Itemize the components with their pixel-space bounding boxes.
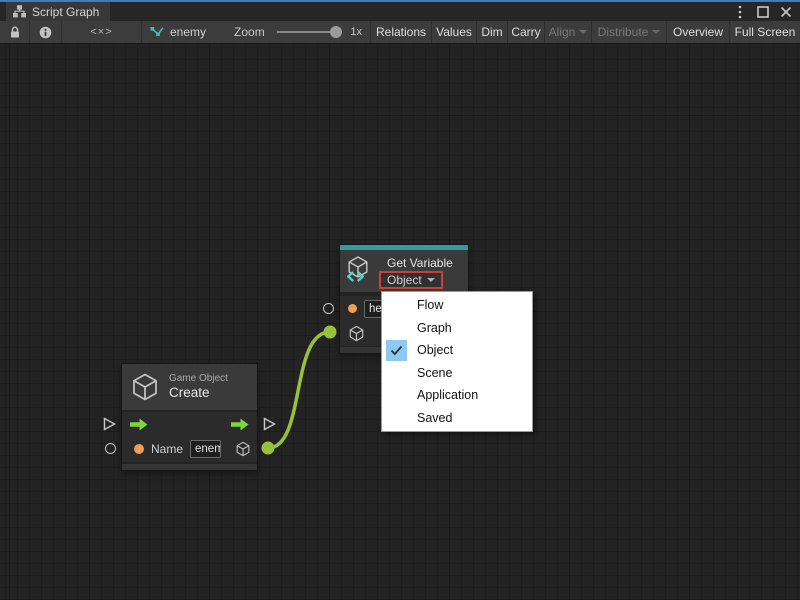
flow-input-port[interactable] — [103, 417, 116, 436]
menu-item-object[interactable]: Object — [382, 339, 532, 362]
relations-button[interactable]: Relations — [371, 21, 432, 43]
get-variable-header: Get Variable Object — [340, 250, 468, 292]
string-port-icon[interactable] — [134, 444, 144, 454]
tab-script-graph[interactable]: Script Graph — [6, 2, 110, 21]
gameobject-port-cube-icon[interactable] — [348, 325, 365, 342]
code-angles-icon — [347, 269, 364, 287]
create-header: Game Object Create — [122, 364, 257, 410]
zoom-slider[interactable] — [277, 21, 341, 43]
wire-endpoint-out — [262, 442, 275, 455]
zoom-value: 1x — [350, 26, 362, 38]
window-controls — [733, 2, 796, 21]
distribute-button: Distribute — [592, 21, 667, 43]
value-input-port-circle[interactable] — [105, 443, 116, 454]
lock-button[interactable] — [0, 21, 30, 43]
menu-item-saved[interactable]: Saved — [382, 407, 532, 430]
values-button[interactable]: Values — [432, 21, 477, 43]
fullscreen-button[interactable]: Full Screen — [730, 21, 800, 43]
chevron-down-icon — [427, 278, 435, 282]
menu-item-graph[interactable]: Graph — [382, 317, 532, 340]
name-label: Name — [151, 442, 183, 456]
graph-icon — [150, 26, 164, 38]
gameobject-cube-icon — [130, 372, 160, 402]
node-title: Create — [169, 385, 228, 401]
zoom-slider-handle[interactable] — [330, 26, 342, 38]
flow-out-arrow-icon[interactable] — [231, 418, 249, 431]
name-row: Name enemy — [122, 436, 257, 462]
node-category: Game Object — [169, 373, 228, 385]
flow-in-arrow-icon[interactable] — [130, 418, 148, 431]
checkmark-box — [386, 340, 407, 361]
zoom-label: Zoom — [234, 25, 265, 39]
graph-context-segment: enemy Zoom 1x — [142, 21, 371, 43]
graph-object-name: enemy — [170, 25, 206, 39]
maximize-icon[interactable] — [756, 4, 770, 20]
kebab-menu-icon[interactable] — [733, 4, 747, 20]
variable-kind-menu: Flow Graph Object Scene Application Save… — [381, 291, 533, 432]
variable-cube-icon — [346, 255, 374, 287]
string-port-icon[interactable] — [348, 304, 357, 313]
input-port-circle[interactable] — [323, 303, 334, 314]
info-button[interactable] — [30, 21, 62, 43]
tab-label: Script Graph — [32, 5, 99, 19]
script-graph-icon — [13, 5, 26, 18]
info-icon — [39, 26, 52, 39]
chevron-down-icon — [652, 30, 660, 34]
variable-kind-dropdown[interactable]: Object — [379, 271, 443, 289]
chevron-down-icon — [579, 30, 587, 34]
menu-item-application[interactable]: Application — [382, 384, 532, 407]
flow-row — [122, 412, 257, 436]
gameobject-port-cube-icon[interactable] — [235, 441, 251, 457]
menu-item-flow[interactable]: Flow — [382, 294, 532, 317]
graph-toolbar: <×> enemy Zoom 1x Relations Values Dim C… — [0, 21, 800, 44]
variable-kind-value: Object — [387, 273, 422, 287]
node-footer — [122, 462, 257, 470]
create-body: Name enemy — [122, 412, 257, 462]
graph-canvas[interactable]: Get Variable Object he — [0, 44, 800, 600]
flow-output-port[interactable] — [263, 417, 276, 436]
align-button: Align — [545, 21, 592, 43]
title-bar: Script Graph — [0, 0, 800, 21]
node-title: Get Variable — [387, 256, 453, 270]
code-icon: <×> — [90, 26, 112, 38]
lock-icon — [9, 26, 21, 39]
wire-endpoint-in — [324, 326, 337, 339]
embed-code-button[interactable]: <×> — [62, 21, 142, 43]
name-input[interactable]: enemy — [190, 440, 221, 458]
node-create-gameobject[interactable]: Game Object Create Name enemy — [122, 364, 257, 470]
carry-button[interactable]: Carry — [508, 21, 545, 43]
close-icon[interactable] — [779, 4, 793, 20]
overview-button[interactable]: Overview — [667, 21, 730, 43]
dim-button[interactable]: Dim — [477, 21, 508, 43]
menu-item-scene[interactable]: Scene — [382, 362, 532, 385]
